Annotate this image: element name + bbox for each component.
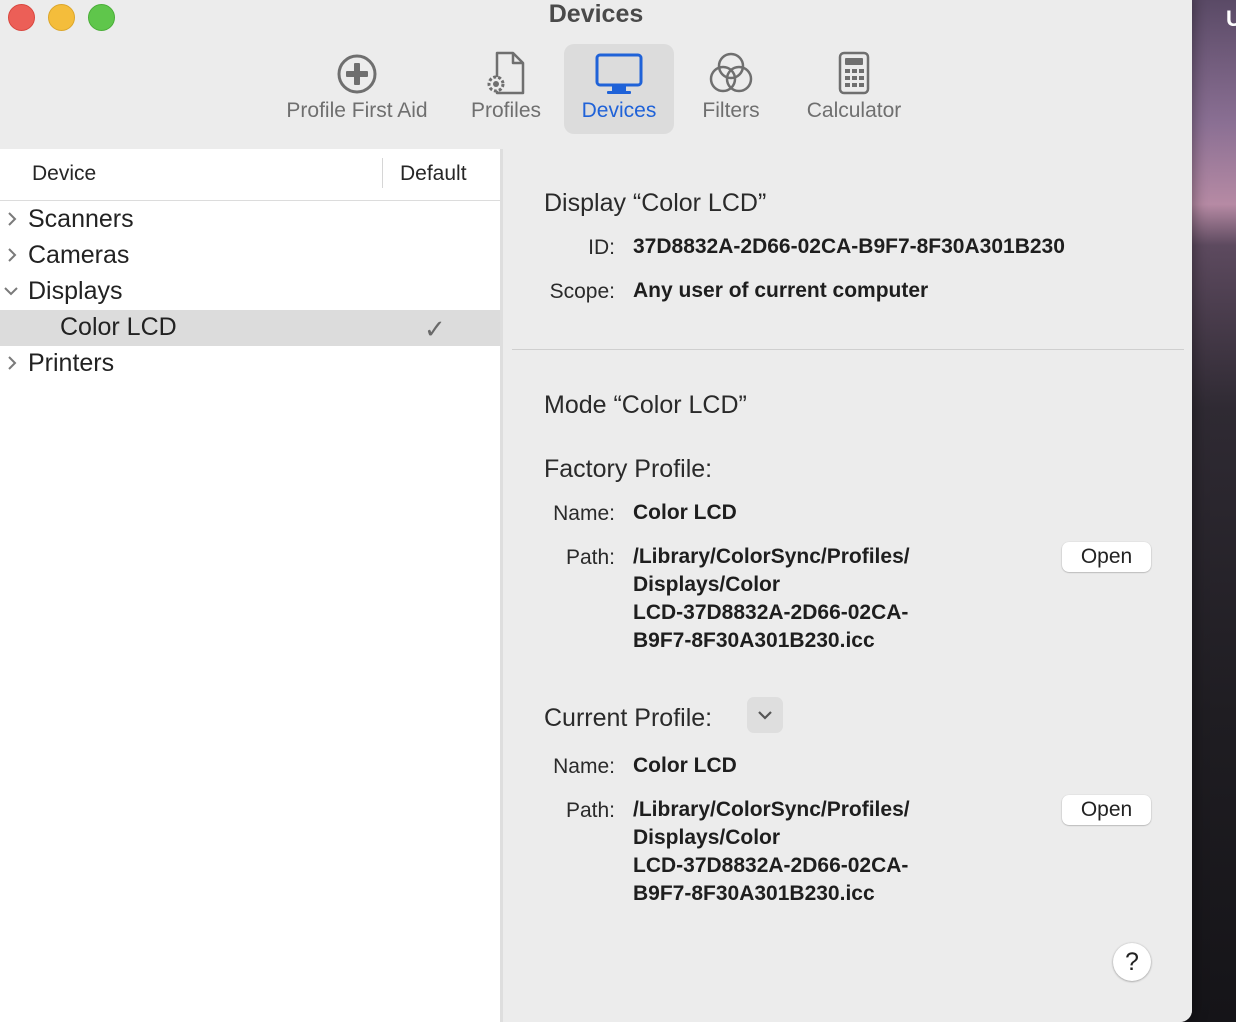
current-path-label: Path: [565, 799, 615, 822]
help-button[interactable]: ? [1113, 943, 1151, 981]
sidebar-item-label: Printers [28, 349, 115, 377]
current-name-label: Name: [553, 755, 615, 778]
chevron-right-icon[interactable] [5, 352, 19, 374]
column-header: Device Default [0, 149, 500, 201]
current-profile-heading: Current Profile: [544, 704, 713, 732]
sidebar-item-displays[interactable]: Displays [0, 274, 500, 310]
path-line: /Library/ColorSync/Profiles/ [633, 798, 910, 821]
toolbar-profile-first-aid[interactable]: Profile First Aid [272, 44, 442, 134]
chevron-down-icon [758, 711, 772, 720]
path-line: /Library/ColorSync/Profiles/ [633, 545, 910, 568]
factory-path-value: /Library/ColorSync/Profiles/ Displays/Co… [633, 543, 910, 655]
factory-profile-heading: Factory Profile: [544, 455, 713, 483]
sidebar-item-label: Cameras [28, 241, 130, 269]
sidebar-item-color-lcd[interactable]: Color LCD ✓ [0, 310, 500, 346]
display-icon [564, 44, 674, 96]
first-aid-icon [272, 44, 442, 96]
toolbar-label: Devices [581, 99, 657, 122]
sidebar-item-label: Displays [28, 277, 123, 305]
section-divider [512, 349, 1184, 350]
device-detail-pane: Display “Color LCD” ID: 37D8832A-2D66-02… [503, 149, 1192, 1022]
scope-label: Scope: [549, 280, 615, 303]
toolbar-label: Filters [702, 99, 760, 122]
factory-name-value: Color LCD [633, 501, 737, 524]
toolbar-devices[interactable]: Devices [564, 44, 674, 134]
default-checkmark-icon: ✓ [424, 314, 446, 344]
toolbar-label: Calculator [806, 99, 902, 122]
current-path-value: /Library/ColorSync/Profiles/ Displays/Co… [633, 796, 910, 908]
current-profile-popup[interactable] [747, 697, 783, 733]
wallpaper-peek-text: U [1226, 6, 1236, 31]
device-sidebar: Device Default Scanners Cameras Displays… [0, 149, 503, 1022]
mode-heading: Mode “Color LCD” [544, 391, 747, 419]
current-name-value: Color LCD [633, 754, 737, 777]
factory-open-button[interactable]: Open [1062, 542, 1151, 572]
sidebar-item-scanners[interactable]: Scanners [0, 202, 500, 238]
profiles-icon [460, 44, 552, 96]
sidebar-item-cameras[interactable]: Cameras [0, 238, 500, 274]
filters-icon [688, 44, 774, 96]
colorsync-window: Devices Profile First Aid Profiles Devic… [0, 0, 1192, 1022]
path-line: LCD-37D8832A-2D66-02CA- [633, 854, 909, 877]
factory-name-label: Name: [553, 502, 615, 525]
scope-value: Any user of current computer [633, 279, 929, 302]
chevron-down-icon[interactable] [3, 280, 19, 302]
path-line: B9F7-8F30A301B230.icc [633, 882, 875, 905]
toolbar-label: Profile First Aid [286, 99, 428, 122]
toolbar-profiles[interactable]: Profiles [460, 44, 552, 134]
column-default[interactable]: Default [400, 162, 467, 186]
sidebar-item-label: Scanners [28, 205, 134, 233]
current-open-button[interactable]: Open [1062, 795, 1151, 825]
id-label: ID: [588, 236, 615, 259]
toolbar-filters[interactable]: Filters [688, 44, 774, 134]
path-line: B9F7-8F30A301B230.icc [633, 629, 875, 652]
sidebar-item-printers[interactable]: Printers [0, 346, 500, 382]
column-device[interactable]: Device [32, 162, 96, 186]
path-line: LCD-37D8832A-2D66-02CA- [633, 601, 909, 624]
toolbar-label: Profiles [470, 99, 542, 122]
chevron-right-icon[interactable] [5, 244, 19, 266]
path-line: Displays/Color [633, 573, 781, 596]
toolbar-calculator[interactable]: Calculator [794, 44, 914, 134]
display-heading: Display “Color LCD” [544, 189, 767, 217]
column-divider[interactable] [382, 158, 383, 188]
path-line: Displays/Color [633, 826, 781, 849]
id-value: 37D8832A-2D66-02CA-B9F7-8F30A301B230 [633, 235, 1065, 258]
titlebar: Devices Profile First Aid Profiles Devic… [0, 0, 1192, 150]
factory-path-label: Path: [565, 546, 615, 569]
sidebar-item-label: Color LCD [60, 313, 177, 341]
calculator-icon [794, 44, 914, 96]
chevron-right-icon[interactable] [5, 208, 19, 230]
window-title: Devices [548, 0, 644, 28]
